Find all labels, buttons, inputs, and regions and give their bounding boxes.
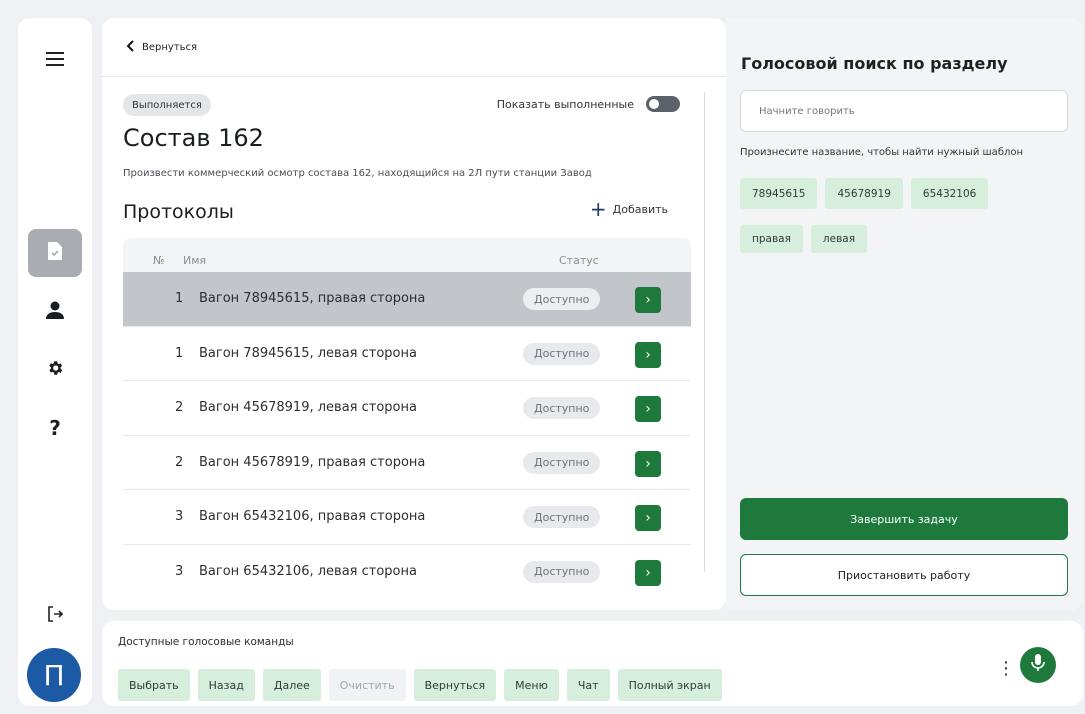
- voice-command-chip[interactable]: Полный экран: [617, 669, 722, 701]
- open-protocol-button[interactable]: ›: [635, 341, 661, 368]
- voice-command-chip[interactable]: Далее: [262, 669, 321, 701]
- chevron-right-icon: ›: [645, 510, 651, 527]
- pause-work-button[interactable]: Приостановить работу: [740, 554, 1068, 596]
- header-status: Статус: [559, 254, 599, 267]
- chevron-right-icon: ›: [645, 401, 651, 418]
- suggestion-chip[interactable]: 65432106: [910, 178, 989, 209]
- back-button[interactable]: Вернуться: [126, 40, 197, 55]
- open-protocol-button[interactable]: ›: [635, 559, 661, 586]
- sidebar-item-help[interactable]: ?: [28, 404, 82, 452]
- header-divider: [102, 76, 726, 77]
- voice-command-chip[interactable]: Вернуться: [413, 669, 497, 701]
- row-status-badge: Доступно: [523, 451, 601, 474]
- row-status-badge: Доступно: [523, 560, 601, 583]
- voice-search-input[interactable]: [740, 90, 1068, 132]
- table-row[interactable]: 3 Вагон 65432106, правая сторона Доступно ›: [123, 490, 691, 545]
- table-row[interactable]: 3 Вагон 65432106, левая сторона Доступно ›: [123, 544, 691, 598]
- finish-task-button[interactable]: Завершить задачу: [740, 498, 1068, 540]
- table-row[interactable]: 1 Вагон 78945615, правая сторона Доступно ›: [123, 272, 691, 327]
- show-done-toggle-group: Показать выполненные: [497, 96, 680, 112]
- row-name: Вагон 45678919, правая сторона: [199, 454, 426, 470]
- row-num: 1: [175, 345, 184, 361]
- voice-commands-label: Доступные голосовые команды: [118, 636, 294, 648]
- show-done-label: Показать выполненные: [496, 97, 634, 111]
- row-name: Вагон 65432106, правая сторона: [199, 509, 426, 525]
- open-protocol-button[interactable]: ›: [635, 505, 661, 532]
- table-header: № Имя Статус: [123, 238, 691, 272]
- menu-button[interactable]: [28, 36, 82, 84]
- sidebar: ? П: [18, 18, 92, 706]
- header-num: №: [153, 254, 165, 267]
- table-row[interactable]: 2 Вагон 45678919, правая сторона Доступно ›: [123, 435, 691, 491]
- microphone-button[interactable]: [1020, 647, 1056, 683]
- voice-command-chip[interactable]: Чат: [566, 669, 610, 701]
- row-name: Вагон 78945615, правая сторона: [199, 291, 426, 306]
- sidebar-item-settings[interactable]: [28, 346, 82, 394]
- more-vertical-icon[interactable]: ⋮: [997, 658, 1015, 679]
- suggestion-chip[interactable]: 78945615: [740, 178, 818, 209]
- suggestion-chip[interactable]: левая: [810, 225, 868, 253]
- status-badge: Выполняется: [123, 94, 211, 116]
- voice-search-hint: Произнесите название, чтобы найти нужный…: [740, 147, 1024, 158]
- vertical-divider: [704, 92, 705, 572]
- add-protocol-button[interactable]: + Добавить: [589, 197, 668, 221]
- voice-command-chip[interactable]: Меню: [504, 669, 559, 701]
- chevron-right-icon: ›: [645, 346, 651, 363]
- row-status-badge: Доступно: [523, 342, 601, 365]
- chevron-right-icon: ›: [645, 564, 651, 581]
- document-check-icon: [47, 242, 63, 264]
- row-num: 3: [175, 509, 184, 525]
- voice-command-chip[interactable]: Назад: [197, 669, 255, 701]
- row-name: Вагон 45678919, левая сторона: [199, 400, 417, 416]
- suggestion-chip[interactable]: правая: [740, 225, 803, 253]
- open-protocol-button[interactable]: ›: [635, 450, 661, 477]
- row-status-badge: Доступно: [523, 397, 601, 420]
- row-status-badge: Доступно: [523, 288, 601, 310]
- protocols-table: № Имя Статус 1 Вагон 78945615, правая сто…: [123, 238, 691, 598]
- voice-command-chip: Очистить: [328, 669, 406, 701]
- back-label: Вернуться: [142, 42, 198, 53]
- add-label: Добавить: [612, 202, 668, 216]
- voice-commands-bar: Доступные голосовые команды Выбрать Назад…: [102, 621, 1083, 706]
- chevron-right-icon: ›: [645, 455, 651, 472]
- plus-icon: +: [589, 197, 607, 221]
- user-icon: [45, 300, 65, 324]
- voice-command-chip[interactable]: Выбрать: [118, 669, 190, 701]
- row-num: 3: [175, 563, 184, 579]
- sidebar-item-profile[interactable]: [28, 288, 82, 336]
- table-row[interactable]: 2 Вагон 45678919, левая сторона Доступно ›: [123, 381, 691, 436]
- row-num: 2: [175, 400, 184, 416]
- open-protocol-button[interactable]: ›: [635, 287, 661, 313]
- suggestion-chips: 78945615 45678919 65432106 правая левая: [740, 178, 1070, 253]
- logout-icon: [47, 606, 64, 626]
- row-status-badge: Доступно: [523, 506, 601, 529]
- chevron-right-icon: ›: [645, 292, 651, 308]
- table-row[interactable]: 1 Вагон 78945615, левая сторона Доступно ›: [123, 326, 691, 382]
- chevron-left-icon: [126, 40, 134, 55]
- protocols-heading: Протоколы: [123, 201, 234, 223]
- show-done-toggle[interactable]: [646, 96, 680, 112]
- voice-commands-list: Выбрать Назад Далее Очистить Вернуться Меню Ча…: [118, 669, 722, 701]
- row-num: 2: [175, 454, 184, 470]
- table-body: 1 Вагон 78945615, правая сторона Доступно ›…: [123, 272, 691, 598]
- open-protocol-button[interactable]: ›: [635, 396, 661, 423]
- hamburger-icon: [46, 51, 64, 70]
- help-icon: ?: [49, 416, 61, 440]
- row-name: Вагон 78945615, левая сторона: [199, 345, 417, 361]
- row-name: Вагон 65432106, левая сторона: [199, 563, 417, 579]
- logout-button[interactable]: [28, 592, 82, 640]
- sidebar-item-tasks[interactable]: [28, 229, 82, 277]
- suggestion-chip[interactable]: 45678919: [825, 178, 903, 209]
- gear-icon: [46, 359, 64, 381]
- microphone-icon: [1031, 654, 1045, 676]
- row-num: 1: [175, 291, 184, 306]
- main-panel: Вернуться Выполняется Показать выполненн…: [102, 18, 726, 610]
- page-title: Состав 162: [123, 124, 264, 152]
- header-name: Имя: [183, 254, 207, 267]
- avatar[interactable]: П: [27, 648, 81, 702]
- task-description: Произвести коммерческий осмотр состава 1…: [123, 168, 592, 179]
- voice-search-title: Голосовой поиск по разделу: [741, 54, 1008, 73]
- voice-search-panel: Голосовой поиск по разделу Произнесите н…: [726, 18, 1083, 610]
